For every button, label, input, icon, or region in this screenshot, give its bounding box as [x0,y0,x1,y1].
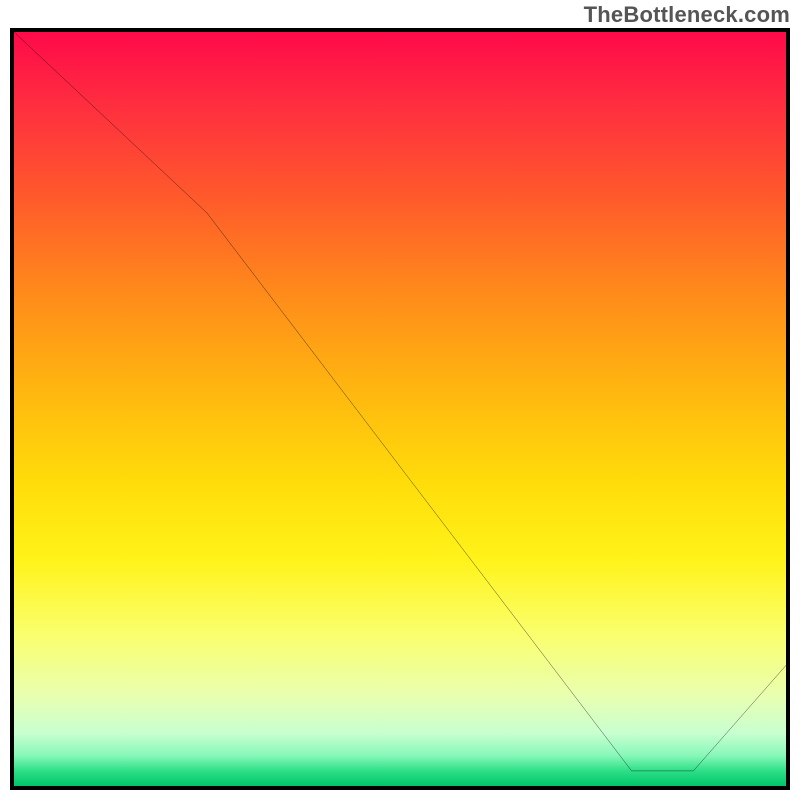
plot-area [10,28,790,790]
chart-container: TheBottleneck.com [0,0,800,800]
watermark-text: TheBottleneck.com [584,2,790,28]
line-plot [14,32,786,786]
data-line [14,32,786,771]
